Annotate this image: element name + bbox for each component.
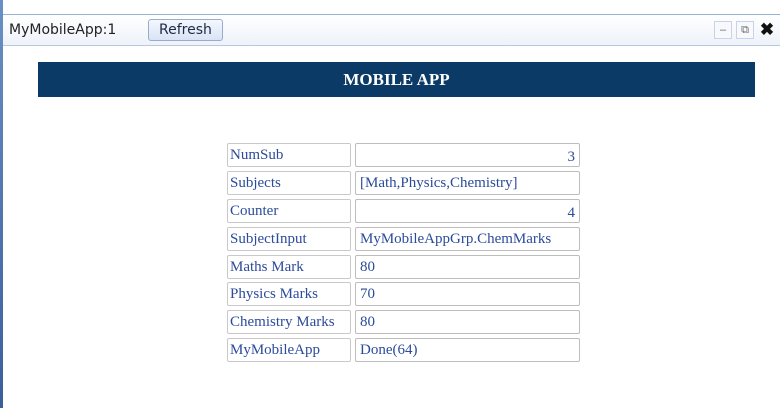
field-row-mymobileapp: MyMobileApp Done(64)	[227, 338, 583, 364]
field-label: Subjects	[227, 170, 351, 195]
field-value[interactable]: MyMobileAppGrp.ChemMarks	[355, 226, 580, 251]
close-icon[interactable]: ✖	[758, 21, 776, 39]
field-label: Chemistry Marks	[227, 310, 351, 335]
field-row-subjects: Subjects [Math,Physics,Chemistry]	[227, 170, 583, 197]
field-label: Counter	[227, 198, 351, 223]
fields-table: NumSub 3 Subjects [Math,Physics,Chemistr…	[227, 143, 583, 366]
field-row-chemistry-marks: Chemistry Marks 80	[227, 310, 583, 336]
field-value[interactable]: 80	[355, 254, 580, 279]
page-title: MOBILE APP	[38, 62, 755, 97]
minimize-icon[interactable]: –	[714, 21, 732, 39]
window-controls: – ⧉ ✖	[714, 21, 776, 39]
field-value[interactable]: 3	[355, 143, 580, 167]
field-value[interactable]: Done(64)	[355, 338, 580, 363]
field-value[interactable]: 70	[355, 282, 580, 307]
field-value[interactable]: 4	[355, 198, 580, 223]
app-instance-name: MyMobileApp:1	[9, 22, 117, 38]
field-label: Physics Marks	[227, 282, 351, 307]
refresh-button[interactable]: Refresh	[148, 19, 223, 41]
field-value[interactable]: [Math,Physics,Chemistry]	[355, 170, 580, 195]
field-row-maths-mark: Maths Mark 80	[227, 254, 583, 281]
window-titlebar: MyMobileApp:1 Refresh – ⧉ ✖	[3, 14, 780, 46]
field-row-subjectinput: SubjectInput MyMobileAppGrp.ChemMarks	[227, 226, 583, 253]
field-label: SubjectInput	[227, 226, 351, 251]
field-row-counter: Counter 4	[227, 198, 583, 225]
popout-icon[interactable]: ⧉	[736, 21, 754, 39]
field-value[interactable]: 80	[355, 310, 580, 335]
field-label: Maths Mark	[227, 254, 351, 279]
field-row-numsub: NumSub 3	[227, 143, 583, 169]
field-label: MyMobileApp	[227, 338, 351, 363]
window-left-border	[0, 0, 3, 408]
field-label: NumSub	[227, 143, 351, 167]
field-row-physics-marks: Physics Marks 70	[227, 282, 583, 308]
